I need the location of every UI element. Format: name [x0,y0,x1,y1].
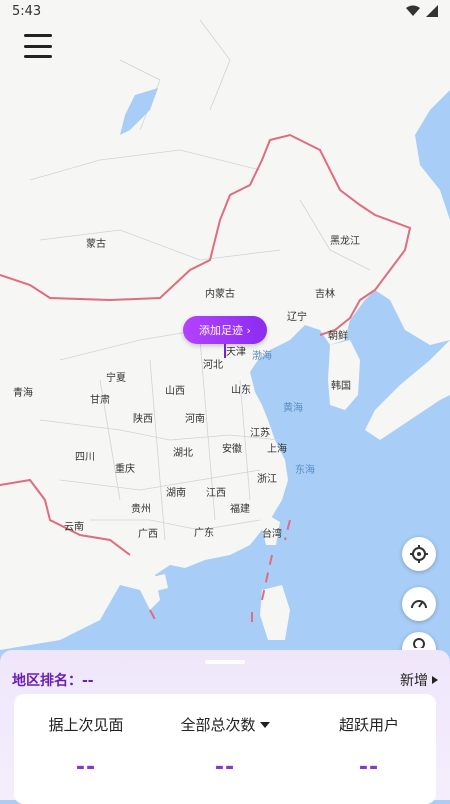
map-label: 安徽 [222,444,242,455]
map-label: 吉林 [315,289,335,300]
stat-total-count[interactable]: 全部总次数 -- [155,714,295,780]
stat-value: -- [75,755,97,780]
drag-handle[interactable] [205,660,245,664]
map-label: 上海 [267,444,287,455]
map-label: 山西 [165,386,185,397]
map-label: 河北 [203,360,223,371]
stat-label: 据上次见面 [48,716,124,734]
caret-down-icon [259,721,270,728]
stat-label: 超跃用户 [338,716,399,734]
map-label: 蒙古 [86,239,106,250]
wifi-icon [406,5,420,16]
map-label: 重庆 [115,464,135,475]
status-time: 5:43 [12,3,42,19]
map-label: 台湾 [262,529,282,540]
map-label: 甘肃 [90,395,110,406]
stat-value: -- [214,755,236,780]
bottom-panel[interactable]: 地区排名：-- 新增 据上次见面 -- 全部总次数 -- 超跃用户 -- [0,650,450,804]
speedometer-icon[interactable] [402,587,436,621]
region-rank-label: 地区排名：-- [12,673,94,689]
cellular-icon [426,5,438,17]
map-label: 韩国 [331,381,351,392]
map-label: 东海 [295,465,315,476]
map-label: 辽宁 [287,312,307,323]
map-label: 渤海 [252,351,272,362]
stat-beyond-users: 超跃用户 -- [299,714,439,780]
map-label: 浙江 [257,474,277,485]
map-label: 湖南 [166,488,186,499]
map-label: 云南 [64,522,84,533]
add-footprint-button[interactable]: 添加足迹 › [183,316,267,344]
stat-last-meet: 据上次见面 -- [16,714,156,780]
status-icons [406,5,438,17]
crosshair-icon[interactable] [402,537,436,571]
status-bar: 5:43 [0,0,450,22]
map-label: 山东 [231,385,251,396]
map-label: 福建 [230,504,250,515]
map-label: 陕西 [133,414,153,425]
location-pin-icon [224,344,226,358]
map-label: 贵州 [131,504,151,515]
stat-label: 全部总次数 [180,716,256,734]
map-label: 天津 [226,347,246,358]
new-label: 新增 [400,673,428,689]
map-label: 湖北 [173,448,193,459]
map-label: 黑龙江 [330,236,360,247]
map-label: 朝鲜 [328,331,348,342]
new-button[interactable]: 新增 [400,670,438,690]
map-label: 江西 [206,488,226,499]
stat-label-wrap[interactable]: 全部总次数 [155,714,295,735]
menu-icon[interactable] [24,34,52,58]
map-label: 青海 [13,388,33,399]
map-label: 内蒙古 [205,289,235,300]
caret-right-icon [432,676,438,684]
stats-card: 据上次见面 -- 全部总次数 -- 超跃用户 -- [14,694,436,804]
map-label: 黄海 [283,403,303,414]
map-label: 四川 [75,452,95,463]
map-label: 河南 [185,414,205,425]
rank-row: 地区排名：-- 新增 [12,670,438,690]
stat-value: -- [358,755,380,780]
map-label: 广西 [138,529,158,540]
map-label: 广东 [194,528,214,539]
map-label: 宁夏 [106,373,126,384]
map-label: 江苏 [250,428,270,439]
